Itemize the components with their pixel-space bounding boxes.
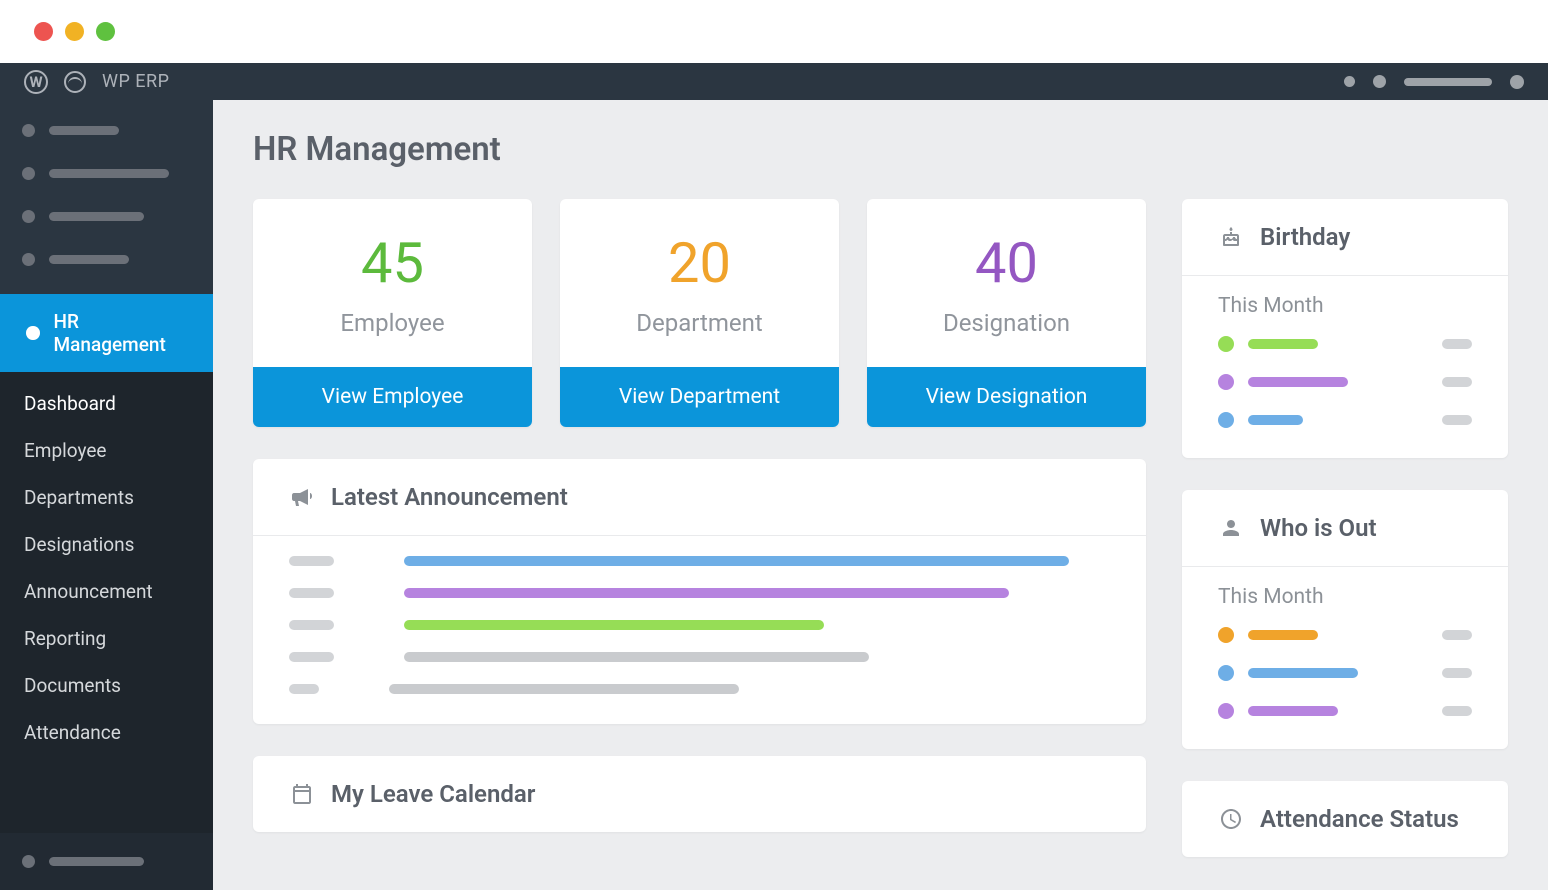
adminbar-item-icon[interactable] xyxy=(1373,75,1386,88)
announcement-row[interactable] xyxy=(289,588,1110,598)
bullhorn-icon xyxy=(289,484,315,510)
admin-sidebar: HR Management Dashboard Employee Departm… xyxy=(0,100,213,890)
adminbar-user-avatar-icon[interactable] xyxy=(1510,75,1524,89)
subnav-reporting[interactable]: Reporting xyxy=(24,627,189,650)
leave-calendar-panel: My Leave Calendar xyxy=(253,756,1146,832)
erp-logo-icon[interactable] xyxy=(64,71,86,93)
clock-icon xyxy=(1218,806,1244,832)
view-department-button[interactable]: View Department xyxy=(560,367,839,427)
sidebar-item-placeholder[interactable] xyxy=(22,253,191,266)
birthday-panel: Birthday This Month xyxy=(1182,199,1508,458)
subnav-attendance[interactable]: Attendance xyxy=(24,721,189,744)
subnav-dashboard[interactable]: Dashboard xyxy=(24,392,189,415)
announcement-list xyxy=(289,556,1110,694)
main-content: HR Management 45 Employee View Employee … xyxy=(213,100,1548,890)
stat-value: 45 xyxy=(361,235,424,291)
stat-label: Designation xyxy=(943,309,1070,337)
cake-icon xyxy=(1218,224,1244,250)
subnav-designations[interactable]: Designations xyxy=(24,533,189,556)
subnav-employee[interactable]: Employee xyxy=(24,439,189,462)
sidebar-item-placeholder[interactable] xyxy=(22,124,191,137)
panel-title: My Leave Calendar xyxy=(331,780,535,808)
browser-chrome xyxy=(0,0,1548,63)
wordpress-logo-icon[interactable]: W xyxy=(24,70,48,94)
panel-subtitle: This Month xyxy=(1218,583,1472,627)
traffic-light-zoom[interactable] xyxy=(96,22,115,41)
announcement-row[interactable] xyxy=(289,652,1110,662)
traffic-light-close[interactable] xyxy=(34,22,53,41)
whoisout-row[interactable] xyxy=(1218,627,1472,643)
announcement-row[interactable] xyxy=(289,684,1110,694)
sidebar-item-placeholder[interactable] xyxy=(22,167,191,180)
birthday-row[interactable] xyxy=(1218,374,1472,390)
announcement-row[interactable] xyxy=(289,620,1110,630)
adminbar-right xyxy=(1344,75,1524,89)
stat-card-department: 20 Department View Department xyxy=(560,199,839,427)
whoisout-row[interactable] xyxy=(1218,703,1472,719)
sidebar-bottom-item[interactable] xyxy=(0,833,213,890)
adminbar-item-placeholder[interactable] xyxy=(1404,78,1492,86)
calendar-icon xyxy=(289,781,315,807)
user-icon xyxy=(1218,515,1244,541)
panel-title: Latest Announcement xyxy=(331,483,568,511)
wp-adminbar: W WP ERP xyxy=(0,63,1548,100)
page-title: HR Management xyxy=(253,130,1508,169)
traffic-light-minimize[interactable] xyxy=(65,22,84,41)
sidebar-item-placeholder[interactable] xyxy=(22,210,191,223)
subnav-documents[interactable]: Documents xyxy=(24,674,189,697)
stat-card-employee: 45 Employee View Employee xyxy=(253,199,532,427)
who-is-out-panel: Who is Out This Month xyxy=(1182,490,1508,749)
panel-subtitle: This Month xyxy=(1218,292,1472,336)
subnav-departments[interactable]: Departments xyxy=(24,486,189,509)
birthday-row[interactable] xyxy=(1218,412,1472,428)
stat-value: 40 xyxy=(975,235,1038,291)
stat-label: Department xyxy=(636,309,762,337)
birthday-row[interactable] xyxy=(1218,336,1472,352)
sidebar-item-bullet-icon xyxy=(26,326,40,340)
stat-cards-row: 45 Employee View Employee 20 Department … xyxy=(253,199,1146,427)
panel-title: Attendance Status xyxy=(1260,805,1459,833)
attendance-status-panel: Attendance Status xyxy=(1182,781,1508,857)
sidebar-subnav: Dashboard Employee Departments Designati… xyxy=(0,372,213,833)
stat-card-designation: 40 Designation View Designation xyxy=(867,199,1146,427)
view-employee-button[interactable]: View Employee xyxy=(253,367,532,427)
panel-title: Birthday xyxy=(1260,223,1350,251)
app-label[interactable]: WP ERP xyxy=(102,71,169,92)
announcement-row[interactable] xyxy=(289,556,1110,566)
announcement-panel: Latest Announcement xyxy=(253,459,1146,724)
subnav-announcement[interactable]: Announcement xyxy=(24,580,189,603)
panel-title: Who is Out xyxy=(1260,514,1377,542)
sidebar-item-label: HR Management xyxy=(54,310,191,356)
adminbar-item-icon[interactable] xyxy=(1344,76,1355,87)
sidebar-item-hr-management[interactable]: HR Management xyxy=(0,294,213,372)
view-designation-button[interactable]: View Designation xyxy=(867,367,1146,427)
whoisout-row[interactable] xyxy=(1218,665,1472,681)
stat-label: Employee xyxy=(340,309,444,337)
stat-value: 20 xyxy=(668,235,731,291)
